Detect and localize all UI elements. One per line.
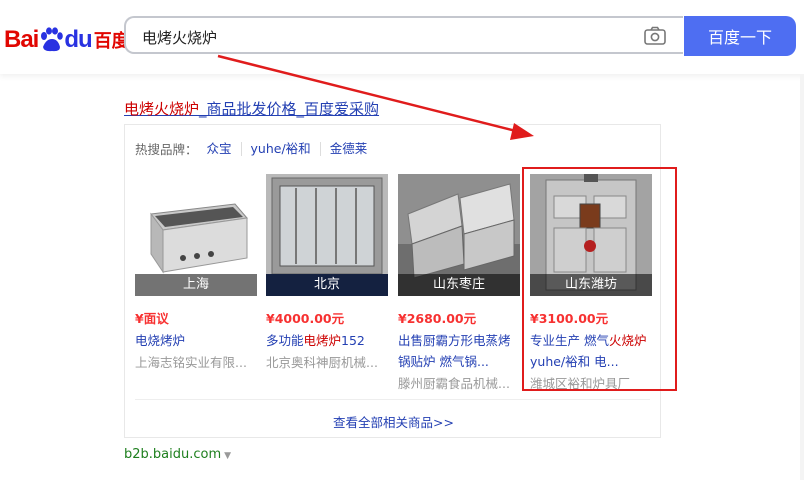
product-name[interactable]: 多功能电烤炉152 (266, 330, 388, 351)
product-location: 北京 (266, 274, 388, 296)
product-shop[interactable]: 北京奥科神厨机械... (266, 352, 388, 373)
product-item[interactable]: 北京 ¥4000.00元 多功能电烤炉152 北京奥科神厨机械... (266, 174, 388, 373)
search-button[interactable]: 百度一下 (684, 16, 796, 56)
result-title-rest: _商品批发价格_百度爱采购 (199, 100, 380, 118)
view-all-link[interactable]: 查看全部相关商品>> (125, 412, 662, 431)
product-shop[interactable]: 滕州厨霸食品机械... (398, 373, 520, 394)
result-url-text: b2b.baidu.com (124, 447, 222, 462)
logo-du-text: du (64, 26, 92, 53)
camera-icon[interactable] (642, 25, 668, 47)
product-image[interactable]: 上海 (135, 174, 257, 296)
search-input[interactable] (140, 26, 624, 48)
paw-icon (39, 27, 64, 53)
product-image[interactable]: 北京 (266, 174, 388, 296)
brand-link[interactable]: 众宝 (198, 141, 242, 156)
product-name-highlight: 电烤炉 (303, 333, 342, 348)
hot-brands-label: 热搜品牌： (135, 142, 198, 157)
product-shop[interactable]: 上海志铭实业有限... (135, 352, 257, 373)
hot-brands: 热搜品牌： 众宝 yuhe/裕和 金德莱 (135, 139, 376, 158)
scrollbar[interactable] (800, 74, 804, 480)
search-box[interactable] (124, 16, 683, 54)
product-name[interactable]: 出售厨霸方形电蒸烤锅贴炉 燃气锅... (398, 330, 520, 372)
product-name-text: 多功能 (266, 333, 304, 348)
product-name-text: 电烧烤炉 (135, 333, 186, 348)
product-item[interactable]: 上海 ¥面议 电烧烤炉 上海志铭实业有限... (135, 174, 257, 373)
product-location: 上海 (135, 274, 257, 296)
product-name[interactable]: 电烧烤炉 (135, 330, 257, 351)
product-price: ¥4000.00元 (266, 311, 345, 326)
annotation-highlight-box (522, 167, 677, 391)
baidu-logo[interactable]: Bai du 百度 (4, 24, 130, 56)
product-price: ¥2680.00元 (398, 311, 477, 326)
divider (135, 399, 650, 400)
product-location: 山东枣庄 (398, 274, 520, 296)
top-bar: Bai du 百度 百度一下 (0, 0, 804, 74)
result-url[interactable]: b2b.baidu.com ▼ (124, 447, 231, 462)
result-title-link[interactable]: 电烤火烧炉_商品批发价格_百度爱采购 (124, 98, 379, 119)
product-name-tail: 152 (341, 333, 365, 348)
brand-link[interactable]: yuhe/裕和 (242, 141, 321, 156)
logo-bai-text: Bai (4, 26, 39, 53)
product-price: ¥面议 (135, 311, 169, 326)
product-item[interactable]: 山东枣庄 ¥2680.00元 出售厨霸方形电蒸烤锅贴炉 燃气锅... 滕州厨霸食… (398, 174, 520, 394)
product-name-text: 出售厨霸方形电蒸烤锅贴炉 燃气锅... (398, 333, 511, 369)
result-title-highlight: 电烤火烧炉 (124, 100, 200, 118)
product-image[interactable]: 山东枣庄 (398, 174, 520, 296)
brand-link[interactable]: 金德莱 (321, 141, 377, 156)
caret-down-icon[interactable]: ▼ (224, 451, 231, 461)
